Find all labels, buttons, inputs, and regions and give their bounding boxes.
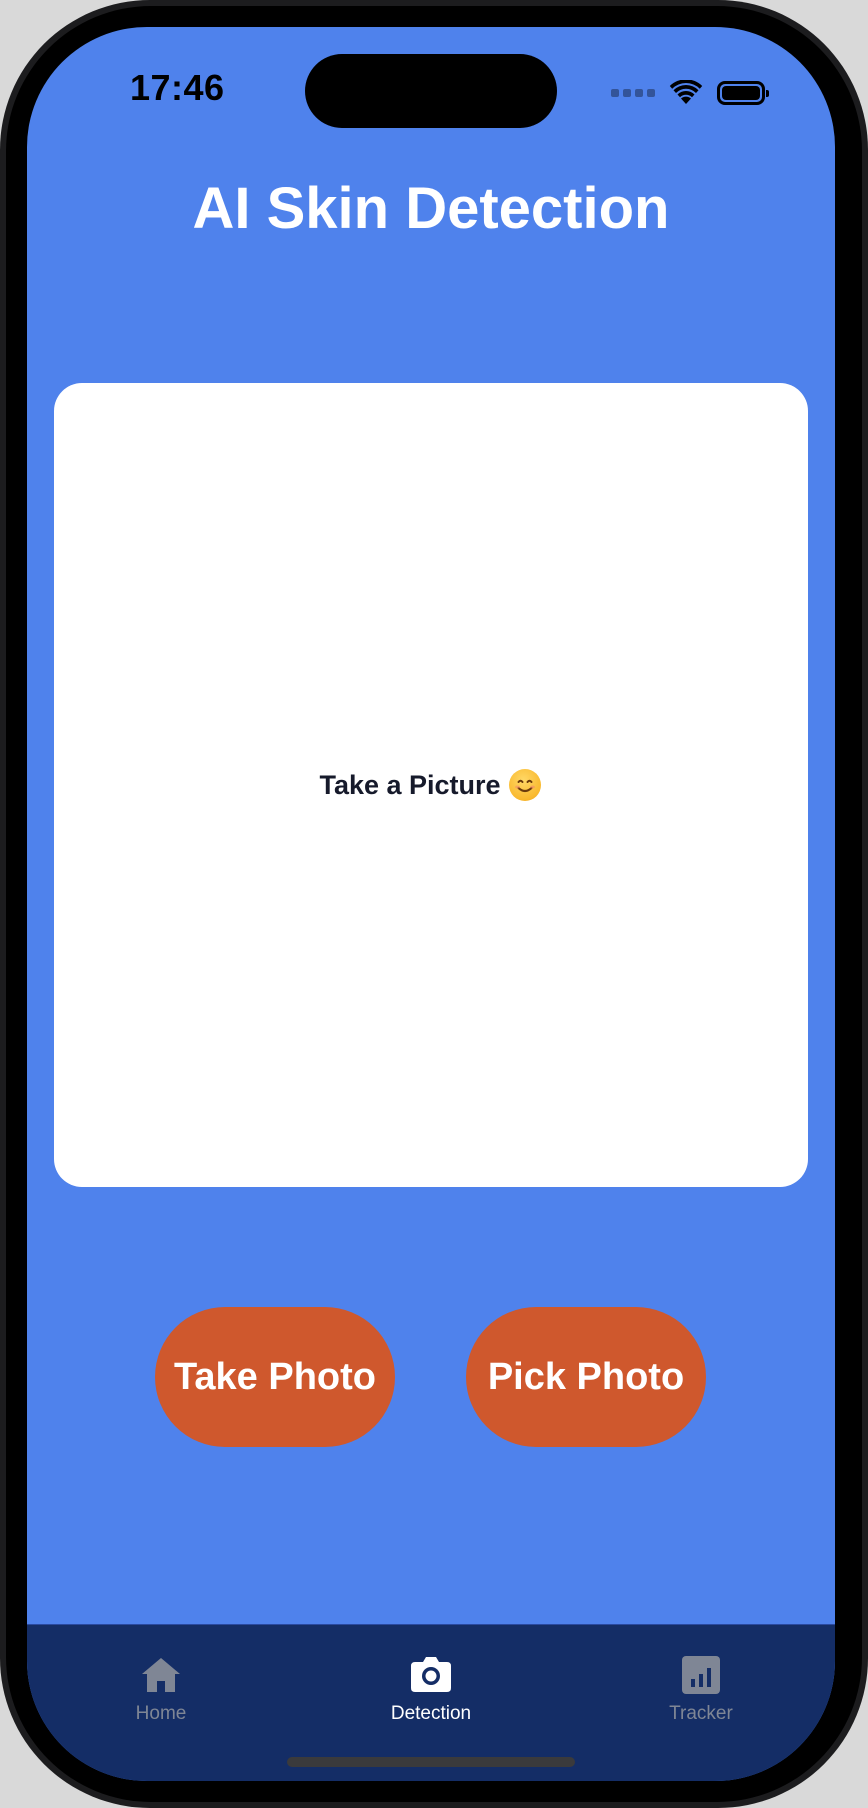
signal-dots-icon bbox=[611, 89, 655, 97]
tab-tracker-label: Tracker bbox=[669, 1703, 733, 1724]
bar-chart-icon bbox=[682, 1656, 720, 1694]
photo-preview-card: Take a Picture bbox=[54, 383, 808, 1187]
smiling-face-icon bbox=[508, 769, 541, 801]
tab-tracker[interactable]: Tracker bbox=[621, 1655, 781, 1725]
wifi-icon bbox=[669, 80, 703, 104]
status-icons bbox=[611, 77, 769, 109]
camera-icon bbox=[411, 1657, 451, 1692]
battery-icon bbox=[717, 81, 769, 105]
status-time: 17:46 bbox=[130, 67, 225, 108]
home-icon bbox=[142, 1658, 180, 1692]
tab-detection-label: Detection bbox=[390, 1703, 472, 1724]
tab-home[interactable]: Home bbox=[81, 1655, 241, 1725]
phone-frame: 17:46 AI Skin Detection Take a Picture T… bbox=[0, 0, 868, 1808]
page-title: AI Skin Detection bbox=[192, 176, 670, 241]
pick-photo-button[interactable]: Pick Photo bbox=[466, 1307, 706, 1447]
tab-detection[interactable]: Detection bbox=[351, 1655, 511, 1725]
photo-placeholder: Take a Picture bbox=[319, 769, 541, 801]
take-photo-button[interactable]: Take Photo bbox=[155, 1307, 395, 1447]
home-indicator[interactable] bbox=[287, 1757, 575, 1767]
dynamic-island bbox=[305, 54, 557, 128]
tab-home-label: Home bbox=[135, 1703, 187, 1724]
placeholder-text: Take a Picture bbox=[319, 769, 501, 800]
app-screen: 17:46 AI Skin Detection Take a Picture T… bbox=[27, 27, 835, 1781]
